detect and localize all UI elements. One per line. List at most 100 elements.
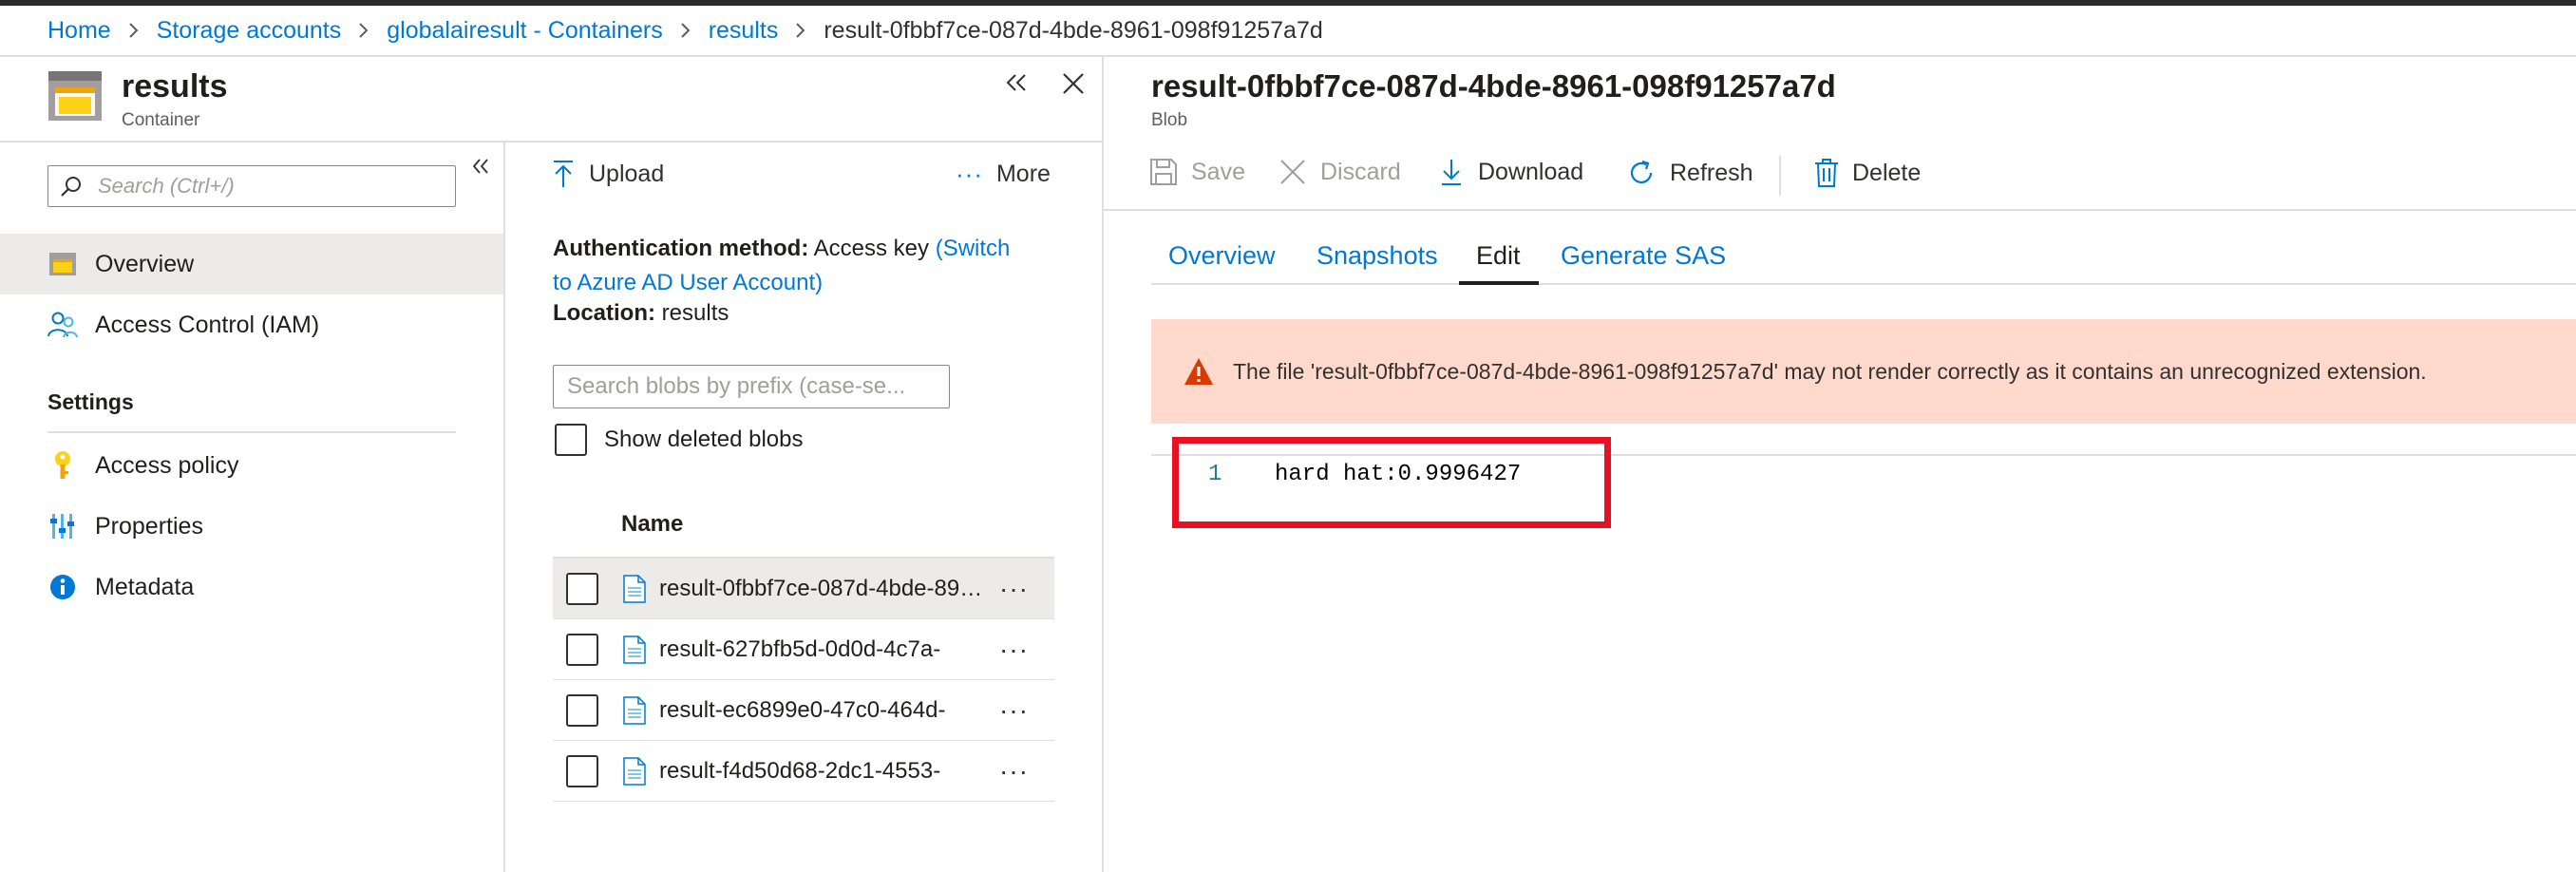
warning-banner: The file 'result-0fbbf7ce-087d-4bde-8961… (1151, 319, 2576, 424)
tabs-border (1151, 283, 2576, 285)
container-icon (47, 70, 103, 122)
container-title: results (122, 68, 228, 104)
tab-generate-sas[interactable]: Generate SAS (1561, 241, 1726, 271)
nav-item-properties[interactable]: Properties (0, 496, 503, 557)
blade-top-border (0, 55, 2576, 57)
container-header-border (0, 141, 1102, 142)
location-info: Location: results (553, 300, 729, 327)
show-deleted-toggle[interactable]: Show deleted blobs (555, 424, 803, 456)
breadcrumb-containers[interactable]: globalairesult - Containers (387, 17, 662, 45)
chevron-right-icon (128, 22, 140, 39)
tab-snapshots[interactable]: Snapshots (1316, 241, 1438, 271)
info-icon (46, 574, 80, 600)
tab-overview[interactable]: Overview (1168, 241, 1276, 271)
nav-label: Overview (95, 250, 195, 277)
nav-item-overview[interactable]: Overview (0, 234, 503, 294)
breadcrumb: Home Storage accounts globalairesult - C… (47, 13, 1323, 47)
highlight-box (1172, 437, 1611, 528)
download-label: Download (1478, 158, 1584, 185)
location-label: Location: (553, 300, 655, 326)
nav-label: Access policy (95, 451, 239, 479)
toolbar-separator (1779, 156, 1781, 196)
delete-label: Delete (1852, 159, 1922, 186)
search-placeholder: Search (Ctrl+/) (98, 174, 235, 198)
breadcrumb-storage-accounts[interactable]: Storage accounts (157, 17, 342, 45)
settings-divider (47, 431, 456, 433)
location-value: results (661, 300, 729, 326)
warning-text: The file 'result-0fbbf7ce-087d-4bde-8961… (1233, 358, 2427, 384)
refresh-icon (1626, 158, 1657, 188)
container-icon (46, 252, 80, 276)
auth-value: Access key (813, 236, 930, 261)
breadcrumb-results[interactable]: results (709, 17, 779, 45)
people-icon (46, 311, 80, 339)
delete-button[interactable]: Delete (1814, 158, 1921, 188)
chevron-right-icon (358, 22, 369, 39)
switch-auth-link-cont[interactable]: to Azure AD User Account) (553, 270, 823, 295)
nav-label: Metadata (95, 573, 195, 600)
properties-icon (46, 513, 80, 540)
chevron-right-icon (680, 22, 691, 39)
table-row[interactable]: result-ec6899e0-47c0-464d- ··· (553, 680, 1054, 741)
table-row[interactable]: result-627bfb5d-0d0d-4c7a- ··· (553, 619, 1054, 680)
discard-button[interactable]: Discard (1279, 158, 1401, 186)
auth-label: Authentication method: (553, 236, 809, 261)
search-icon (60, 175, 83, 198)
row-more-icon[interactable]: ··· (999, 757, 1029, 785)
breadcrumb-current: result-0fbbf7ce-087d-4bde-8961-098f91257… (824, 16, 1323, 44)
warning-icon (1184, 357, 1214, 386)
blob-title: result-0fbbf7ce-087d-4bde-8961-098f91257… (1151, 68, 1836, 104)
breadcrumb-home[interactable]: Home (47, 17, 111, 45)
column-header-name[interactable]: Name (621, 511, 683, 538)
active-tab-indicator (1459, 281, 1539, 285)
blade-divider (1102, 55, 1104, 872)
nav-item-metadata[interactable]: Metadata (0, 557, 503, 617)
switch-auth-link[interactable]: (Switch (936, 236, 1011, 261)
collapse-menu-icon[interactable] (471, 158, 490, 175)
refresh-button[interactable]: Refresh (1626, 158, 1753, 188)
row-checkbox[interactable] (566, 633, 598, 666)
container-search-input[interactable]: Search (Ctrl+/) (47, 165, 456, 207)
blob-toolbar-border (1102, 209, 2576, 211)
blob-name[interactable]: result-0fbbf7ce-087d-4bde-8961-098f91257… (659, 576, 990, 602)
save-button[interactable]: Save (1149, 158, 1245, 186)
collapse-blade-icon[interactable] (1005, 72, 1028, 93)
row-checkbox[interactable] (566, 572, 598, 605)
container-subtitle: Container (122, 110, 200, 130)
close-icon[interactable] (1062, 72, 1085, 95)
row-more-icon[interactable]: ··· (999, 575, 1029, 602)
blob-subtitle: Blob (1151, 110, 1188, 130)
trash-icon (1814, 158, 1839, 188)
blob-name[interactable]: result-ec6899e0-47c0-464d- (659, 697, 990, 724)
row-checkbox[interactable] (566, 693, 598, 727)
nav-label: Access Control (IAM) (95, 311, 320, 338)
show-deleted-checkbox[interactable] (555, 424, 587, 456)
settings-header: Settings (47, 389, 134, 414)
blob-name[interactable]: result-f4d50d68-2dc1-4553- (659, 758, 990, 785)
download-button[interactable]: Download (1440, 158, 1583, 186)
discard-label: Discard (1320, 158, 1401, 185)
row-more-icon[interactable]: ··· (999, 635, 1029, 663)
table-row[interactable]: result-0fbbf7ce-087d-4bde-8961-098f91257… (553, 559, 1054, 619)
more-label: More (995, 161, 1051, 187)
file-icon (623, 756, 646, 786)
auth-info: Authentication method: Access key (Switc… (553, 232, 1066, 300)
top-bar (0, 0, 2576, 6)
download-icon (1440, 158, 1463, 186)
more-button[interactable]: ··· More (956, 160, 1051, 189)
nav-item-access-control[interactable]: Access Control (IAM) (0, 294, 503, 355)
blob-search-input[interactable]: Search blobs by prefix (case-se... (553, 365, 950, 408)
nav-item-access-policy[interactable]: Access policy (0, 435, 503, 496)
tab-edit[interactable]: Edit (1476, 241, 1521, 271)
more-icon: ··· (956, 160, 983, 188)
file-icon (623, 574, 646, 603)
row-checkbox[interactable] (566, 754, 598, 787)
chevron-right-icon (795, 22, 806, 39)
save-label: Save (1191, 158, 1245, 185)
nav-label: Properties (95, 512, 203, 540)
blob-name[interactable]: result-627bfb5d-0d0d-4c7a- (659, 636, 990, 663)
row-more-icon[interactable]: ··· (999, 696, 1029, 724)
upload-button[interactable]: Upload (553, 160, 664, 188)
menu-divider (503, 141, 505, 872)
table-row[interactable]: result-f4d50d68-2dc1-4553- ··· (553, 741, 1054, 802)
